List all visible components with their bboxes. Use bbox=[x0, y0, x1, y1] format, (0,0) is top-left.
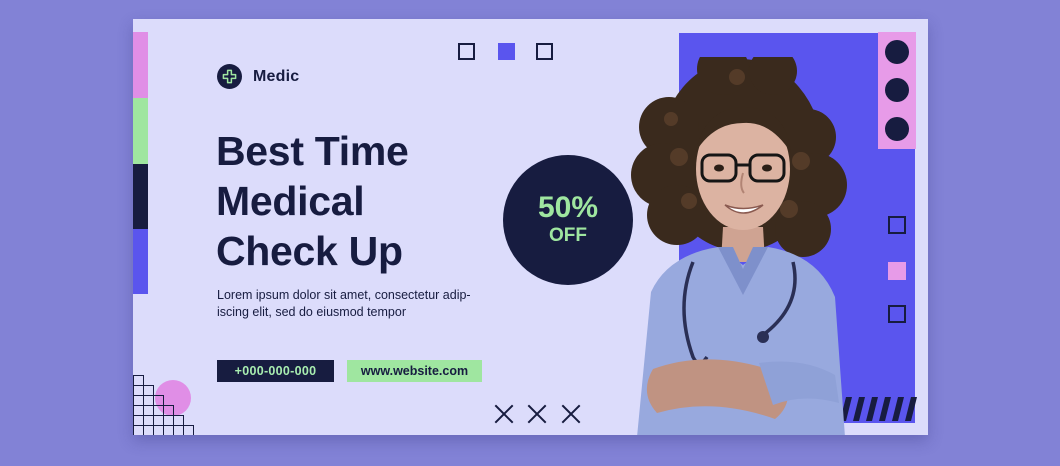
filled-square-decoration bbox=[888, 262, 906, 280]
dot-decoration bbox=[885, 117, 909, 141]
dot-decoration bbox=[885, 78, 909, 102]
phone-number: +000-000-000 bbox=[217, 360, 334, 382]
color-strip-purple bbox=[133, 229, 148, 294]
discount-percent: 50% bbox=[537, 191, 599, 224]
headline-line: Check Up bbox=[216, 228, 403, 274]
dots-panel bbox=[878, 32, 916, 149]
dot-decoration bbox=[885, 40, 909, 64]
banner-card: Medic Best Time Medical Check Up Lorem i… bbox=[133, 19, 928, 435]
body-copy: Lorem ipsum dolor sit amet, consectetur … bbox=[217, 287, 492, 321]
brand-name: Medic bbox=[253, 67, 300, 85]
headline-line: Medical bbox=[216, 178, 365, 224]
outline-square-decoration bbox=[536, 43, 553, 60]
headline-line: Best Time bbox=[216, 128, 409, 174]
discount-label: OFF bbox=[549, 225, 587, 246]
color-strip-navy bbox=[133, 164, 148, 229]
body-line: iscing elit, sed do eiusmod tempor bbox=[217, 305, 406, 319]
cross-marks-decoration bbox=[494, 404, 581, 424]
brand-logo: Medic bbox=[217, 64, 299, 89]
color-strip-green bbox=[133, 98, 148, 164]
filled-square-decoration bbox=[498, 43, 515, 60]
website-url: www.website.com bbox=[347, 360, 482, 382]
outline-square-decoration bbox=[458, 43, 475, 60]
outline-square-decoration bbox=[888, 305, 906, 323]
grid-circle-decoration bbox=[133, 375, 194, 435]
outline-square-decoration bbox=[888, 216, 906, 234]
body-line: Lorem ipsum dolor sit amet, consectetur … bbox=[217, 288, 471, 302]
medical-cross-icon bbox=[217, 64, 242, 89]
doctor-photo bbox=[631, 57, 847, 435]
headline: Best Time Medical Check Up bbox=[216, 126, 516, 276]
color-strip-pink bbox=[133, 32, 148, 98]
